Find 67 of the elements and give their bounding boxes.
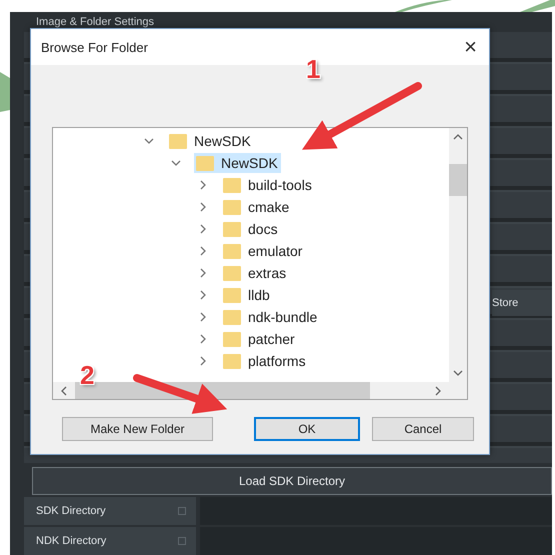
folder-icon [223, 288, 241, 302]
chevron-right-icon[interactable] [198, 334, 208, 344]
field-label: NDK Directory [36, 535, 106, 547]
folder-icon [223, 354, 241, 368]
tree-item[interactable]: build-tools [221, 175, 315, 195]
load-sdk-button[interactable]: Load SDK Directory [32, 467, 552, 495]
ok-button[interactable]: OK [254, 417, 360, 441]
folder-icon [223, 266, 241, 280]
chevron-right-icon[interactable] [198, 224, 208, 234]
folder-icon [223, 332, 241, 346]
folder-icon [223, 200, 241, 214]
tree-item[interactable]: cmake [221, 197, 292, 217]
field-label: SDK Directory [36, 505, 106, 517]
tree-item[interactable]: emulator [221, 241, 306, 261]
tree-item[interactable]: ndk-bundle [221, 307, 320, 327]
dialog-title: Browse For Folder [41, 40, 148, 54]
tree-item-label: platforms [248, 353, 306, 369]
chevron-right-icon[interactable] [198, 268, 208, 278]
folder-icon [223, 310, 241, 324]
tree-item-label: emulator [248, 243, 302, 259]
handle-icon [178, 507, 186, 515]
tree-item-label: NewSDK [194, 133, 251, 149]
tree-item-label: ndk-bundle [248, 309, 318, 325]
new-folder-button[interactable]: Make New Folder [62, 417, 213, 441]
tree-item-label: extras [248, 265, 286, 281]
step-number: 1 [306, 54, 320, 85]
folder-icon [196, 156, 214, 170]
cancel-button[interactable]: Cancel [372, 417, 474, 441]
handle-icon [178, 537, 186, 545]
tree-item[interactable]: patcher [221, 329, 298, 349]
close-button[interactable]: × [464, 36, 477, 58]
scroll-up-icon[interactable] [453, 132, 463, 142]
section-title: Image & Folder Settings [35, 16, 156, 28]
vertical-scrollbar[interactable] [449, 128, 467, 382]
chevron-right-icon[interactable] [198, 180, 208, 190]
tree-item[interactable]: NewSDK [194, 153, 281, 173]
tree-item-label: docs [248, 221, 278, 237]
folder-icon [223, 244, 241, 258]
folder-icon [223, 222, 241, 236]
chevron-right-icon[interactable] [198, 312, 208, 322]
tree-item-label: cmake [248, 199, 290, 215]
tree-item[interactable]: lldb [221, 285, 273, 305]
horizontal-scrollbar[interactable] [53, 382, 449, 399]
tree-item-label: build-tools [248, 177, 312, 193]
chevron-right-icon[interactable] [198, 202, 208, 212]
tree-item[interactable]: docs [221, 219, 281, 239]
tree-item[interactable]: NewSDK [167, 131, 254, 151]
chevron-down-icon[interactable] [171, 158, 181, 168]
scroll-thumb[interactable] [449, 164, 467, 196]
scroll-right-icon[interactable] [433, 386, 443, 396]
tree-item-label: NewSDK [221, 155, 278, 171]
scroll-down-icon[interactable] [453, 368, 463, 378]
tree-item[interactable]: extras [221, 263, 290, 283]
folder-icon [223, 178, 241, 192]
step-number: 2 [80, 360, 94, 391]
scroll-left-icon[interactable] [59, 386, 69, 396]
tree-item-label: patcher [248, 331, 295, 347]
chevron-down-icon[interactable] [144, 136, 154, 146]
tree-item[interactable]: platforms [221, 351, 309, 371]
store-button[interactable]: Store [492, 290, 552, 316]
chevron-right-icon[interactable] [198, 246, 208, 256]
tree-item-label: lldb [248, 287, 270, 303]
directory-field[interactable] [200, 497, 552, 525]
directory-field[interactable] [200, 527, 552, 555]
chevron-right-icon[interactable] [198, 356, 208, 366]
folder-icon [169, 134, 187, 148]
chevron-right-icon[interactable] [198, 290, 208, 300]
